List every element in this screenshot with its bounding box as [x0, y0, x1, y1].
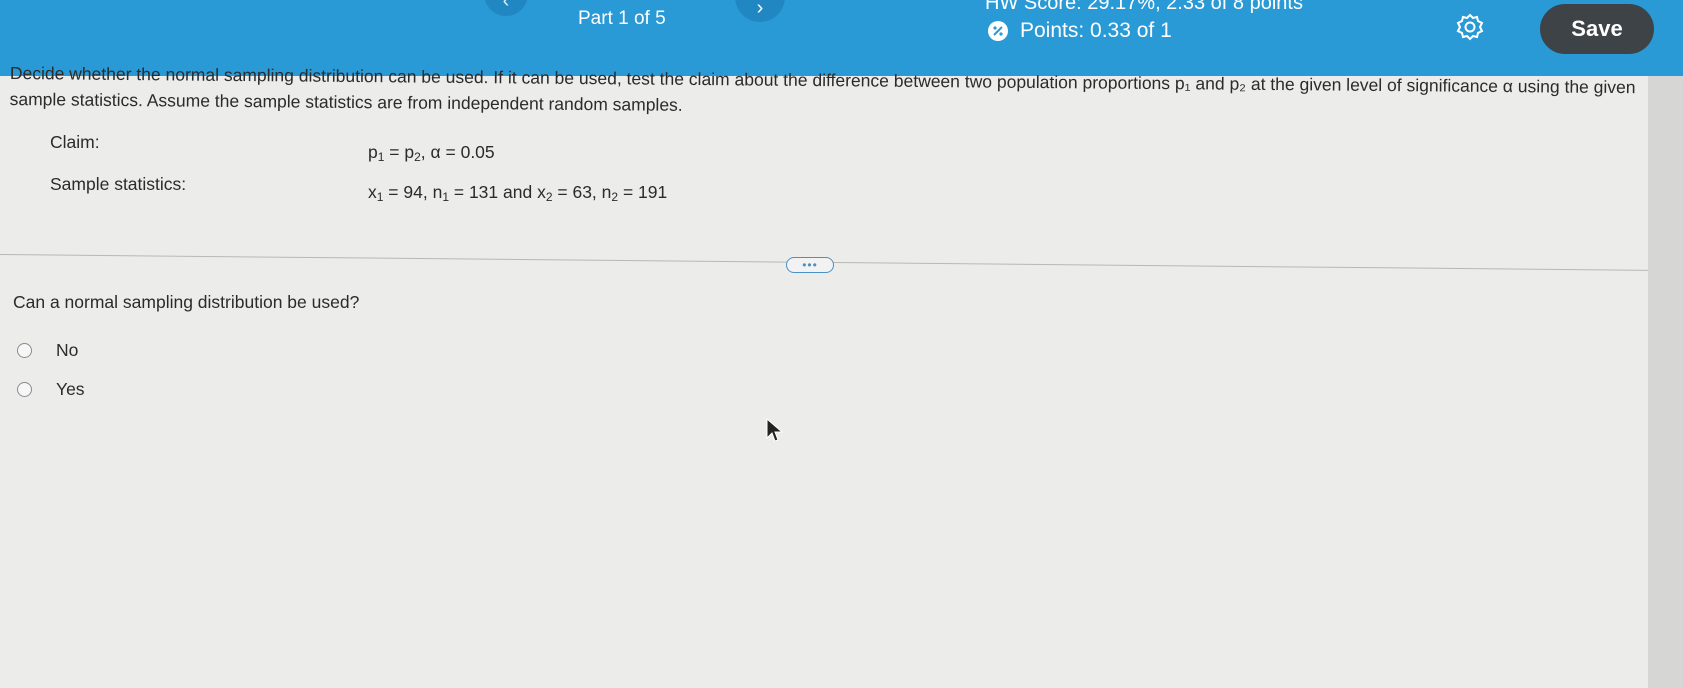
- radio-no[interactable]: [17, 343, 32, 358]
- part-prompt: Can a normal sampling distribution be us…: [13, 292, 360, 312]
- option-no[interactable]: No: [17, 340, 78, 361]
- partial-credit-icon: [988, 21, 1008, 41]
- points-text: Points: 0.33 of 1: [1020, 19, 1172, 42]
- points-display: Points: 0.33 of 1: [988, 19, 1172, 43]
- mouse-pointer-icon: [766, 417, 784, 444]
- question-area: Decide whether the normal sampling distr…: [0, 63, 1683, 688]
- chevron-right-icon: ›: [756, 0, 764, 19]
- next-part-button[interactable]: ›: [735, 0, 785, 22]
- option-yes-label: Yes: [56, 379, 85, 399]
- claim-label: Claim:: [50, 132, 100, 152]
- page-edge: [1648, 76, 1683, 688]
- more-dots-icon[interactable]: •••: [786, 257, 834, 273]
- previous-part-button[interactable]: ‹: [484, 0, 528, 16]
- save-button[interactable]: Save: [1540, 4, 1654, 54]
- sample-statistics-label: Sample statistics:: [50, 174, 187, 194]
- option-yes[interactable]: Yes: [17, 379, 85, 400]
- hw-score: HW Score: 29.17%, 2.33 of 8 points: [985, 0, 1303, 14]
- gear-icon[interactable]: [1455, 12, 1485, 42]
- sample-statistics-value: x1 = 94, n1 = 131 and x2 = 63, n2 = 191: [368, 182, 668, 204]
- part-indicator: Part 1 of 5: [578, 8, 666, 29]
- option-no-label: No: [56, 340, 79, 360]
- chevron-left-icon: ‹: [502, 0, 510, 12]
- claim-value: p1 = p2, α = 0.05: [368, 142, 495, 164]
- radio-yes[interactable]: [17, 382, 32, 397]
